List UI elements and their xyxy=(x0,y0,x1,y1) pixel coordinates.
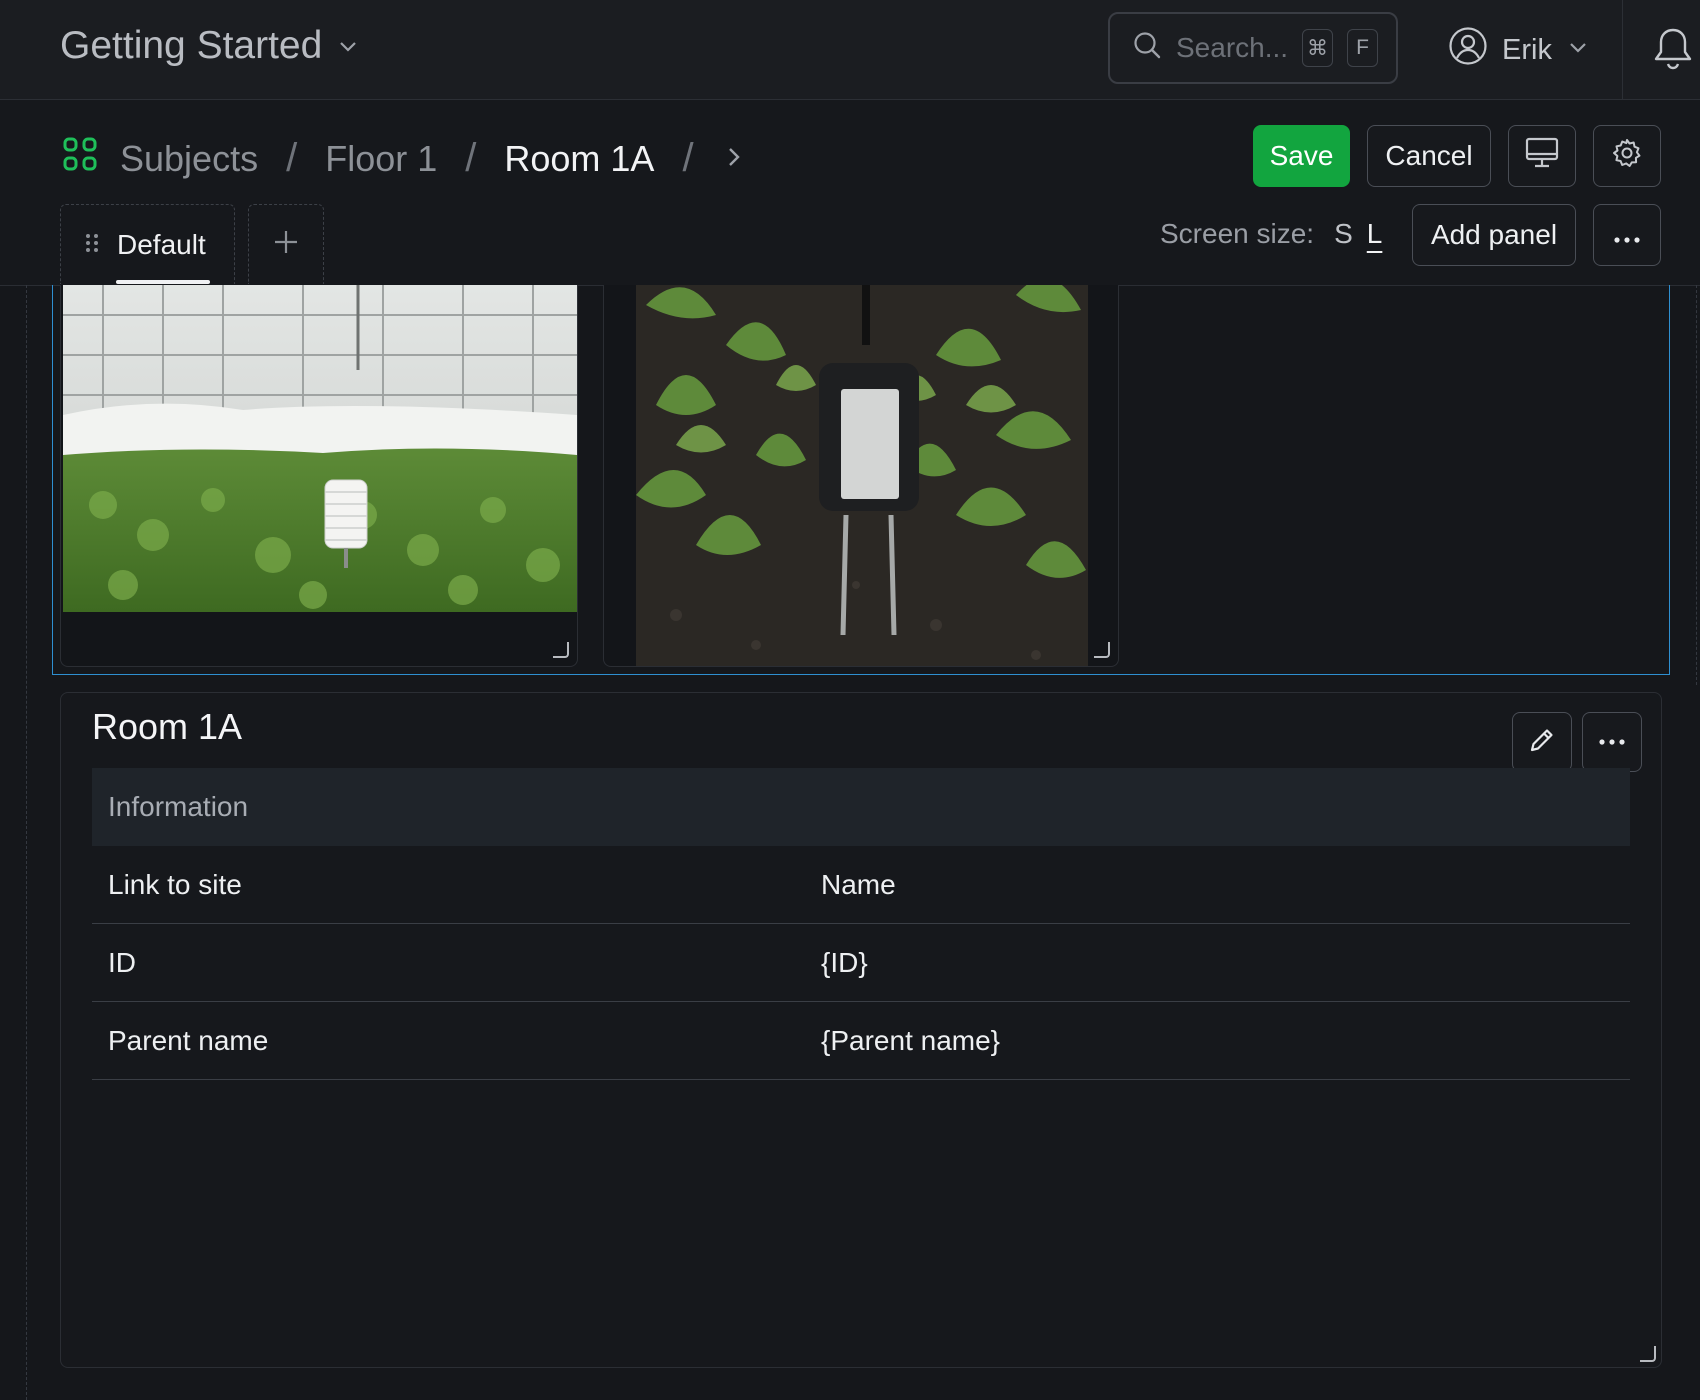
user-name: Erik xyxy=(1502,33,1552,66)
soil-ph-sensor-photo-icon xyxy=(636,285,1088,666)
workspace-title: Getting Started xyxy=(60,24,323,67)
breadcrumb-separator: / xyxy=(682,136,694,180)
divider xyxy=(1622,0,1623,99)
breadcrumb-room[interactable]: Room 1A xyxy=(504,138,654,180)
grid-icon xyxy=(62,136,98,181)
bell-icon[interactable] xyxy=(1652,26,1694,77)
breadcrumb-separator: / xyxy=(286,136,298,180)
breadcrumb: Subjects / Floor 1 / Room 1A / xyxy=(62,136,746,181)
info-section-header: Information xyxy=(92,768,1630,846)
search-icon xyxy=(1132,30,1162,67)
table-row: Link to site Name xyxy=(92,846,1630,924)
screen-size-l[interactable]: L xyxy=(1367,218,1383,250)
settings-button[interactable] xyxy=(1593,125,1661,187)
layout-guide xyxy=(1696,285,1697,685)
image-panel-soil-sensor[interactable] xyxy=(603,285,1119,667)
plus-icon xyxy=(272,228,300,261)
add-tab-button[interactable] xyxy=(248,204,324,284)
tab-default[interactable]: Default xyxy=(60,204,235,284)
screen-size-selector: Screen size: S L xyxy=(1160,218,1382,250)
resize-handle-icon[interactable] xyxy=(553,642,569,658)
drag-handle-icon[interactable] xyxy=(85,229,99,261)
search-input[interactable]: Search... ⌘ F xyxy=(1108,12,1398,84)
row-label: Parent name xyxy=(92,1001,821,1080)
breadcrumb-separator: / xyxy=(465,136,477,180)
monitor-icon xyxy=(1525,137,1559,176)
breadcrumb-subjects[interactable]: Subjects xyxy=(120,138,258,180)
gear-icon xyxy=(1611,137,1643,176)
table-row: ID {ID} xyxy=(92,923,1630,1002)
more-horizontal-icon xyxy=(1614,219,1640,251)
row-value: {ID} xyxy=(821,923,1630,1002)
row-value: {Parent name} xyxy=(821,1001,1630,1080)
user-avatar-icon xyxy=(1448,26,1488,74)
tab-active-indicator xyxy=(116,280,210,284)
more-options-button[interactable] xyxy=(1593,204,1661,266)
row-label: Link to site xyxy=(92,846,821,924)
shortcut-key-cmd: ⌘ xyxy=(1302,29,1334,67)
search-placeholder: Search... xyxy=(1176,32,1289,63)
add-panel-button[interactable]: Add panel xyxy=(1412,204,1576,266)
save-button[interactable]: Save xyxy=(1253,125,1350,187)
user-menu[interactable]: Erik xyxy=(1448,22,1590,78)
chevron-down-icon xyxy=(1566,34,1590,67)
panel-title: Room 1A xyxy=(92,706,243,747)
image-panel-greenhouse[interactable] xyxy=(60,285,578,667)
row-label: ID xyxy=(92,923,821,1002)
screen-size-label: Screen size: xyxy=(1160,218,1315,249)
info-table: Information Link to site Name ID {ID} Pa… xyxy=(92,768,1630,1080)
edit-panel-button[interactable] xyxy=(1512,712,1572,772)
chevron-down-icon xyxy=(336,34,360,58)
shortcut-key-f: F xyxy=(1347,29,1378,67)
cancel-button[interactable]: Cancel xyxy=(1367,125,1491,187)
greenhouse-sensor-photo-icon xyxy=(63,285,577,612)
workspace-switcher[interactable]: Getting Started xyxy=(60,24,360,68)
resize-handle-icon[interactable] xyxy=(1094,642,1110,658)
desktop-preview-button[interactable] xyxy=(1508,125,1576,187)
chevron-right-icon[interactable] xyxy=(722,138,746,180)
pencil-icon xyxy=(1528,726,1556,759)
more-horizontal-icon xyxy=(1599,733,1625,751)
tab-label: Default xyxy=(117,228,206,260)
panel-more-button[interactable] xyxy=(1582,712,1642,772)
layout-guide xyxy=(26,285,27,1400)
screen-size-s[interactable]: S xyxy=(1334,218,1353,250)
table-row: Parent name {Parent name} xyxy=(92,1001,1630,1080)
resize-handle-icon[interactable] xyxy=(1640,1346,1656,1362)
breadcrumb-floor[interactable]: Floor 1 xyxy=(325,138,437,180)
site-link[interactable]: Name xyxy=(821,846,1630,924)
